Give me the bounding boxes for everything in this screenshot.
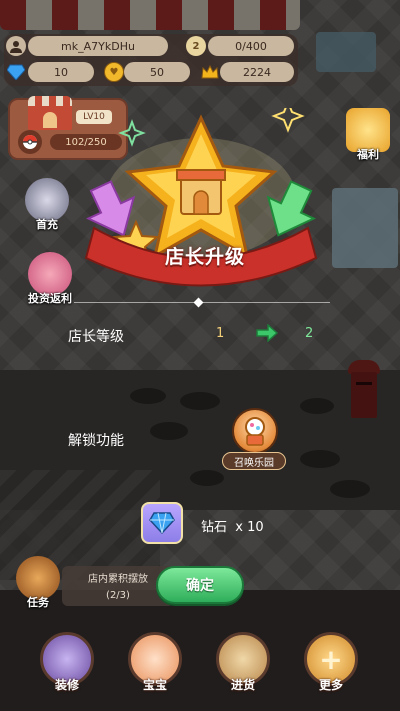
- population-count: 0/400: [208, 36, 294, 56]
- coin-icon: ♥: [104, 62, 124, 82]
- task-label: 任务: [27, 596, 49, 609]
- nav-more-label: 更多: [318, 678, 343, 692]
- arrow-right-icon: [256, 324, 278, 342]
- crown-count: 2224: [220, 62, 294, 82]
- gacha-machine-icon: [232, 408, 278, 454]
- coin-count: 50: [124, 62, 190, 82]
- diamond-count: 10: [28, 62, 94, 82]
- nav-restock-button[interactable]: 进货: [214, 632, 272, 693]
- nav-decorate-button[interactable]: 装修: [38, 632, 96, 693]
- reward-quantity: x 10: [235, 520, 264, 535]
- player-hud: mk_A7YkDHu 2 0/400 10 ♥ 50 2224: [4, 34, 298, 86]
- nav-baby-label: 宝宝: [142, 678, 167, 692]
- welfare-button[interactable]: 福利: [340, 108, 396, 162]
- level-label: 店长等级: [68, 329, 124, 345]
- nav-decorate-label: 装修: [54, 678, 79, 692]
- crown-icon: [200, 62, 220, 82]
- level-to: 2: [305, 326, 314, 341]
- avatar-icon[interactable]: [6, 36, 26, 56]
- nav-restock-label: 进货: [230, 678, 255, 692]
- reward-name: 钻石: [201, 520, 228, 535]
- pokeball-icon: [18, 130, 42, 154]
- modal-title: 店长升级: [164, 245, 245, 268]
- population-badge: 2: [192, 40, 200, 52]
- confirm-button[interactable]: 确定: [156, 566, 244, 604]
- unlock-label: 解锁功能: [68, 433, 124, 449]
- diamond-reward-icon: [141, 502, 183, 544]
- reward-text: 钻石 x 10: [201, 516, 264, 535]
- nav-more-button[interactable]: + 更多: [302, 632, 360, 693]
- nav-baby-button[interactable]: 宝宝: [126, 632, 184, 693]
- levelup-banner: 店长升级: [100, 230, 310, 280]
- username-label: mk_A7YkDHu: [28, 36, 168, 56]
- population-icon: 2: [186, 36, 206, 56]
- level-from: 1: [216, 326, 225, 341]
- diamond-icon: [6, 62, 26, 82]
- unlock-feature-label: 召唤乐园: [222, 452, 286, 470]
- welfare-label: 福利: [357, 148, 379, 161]
- task-button[interactable]: 任务: [10, 556, 66, 610]
